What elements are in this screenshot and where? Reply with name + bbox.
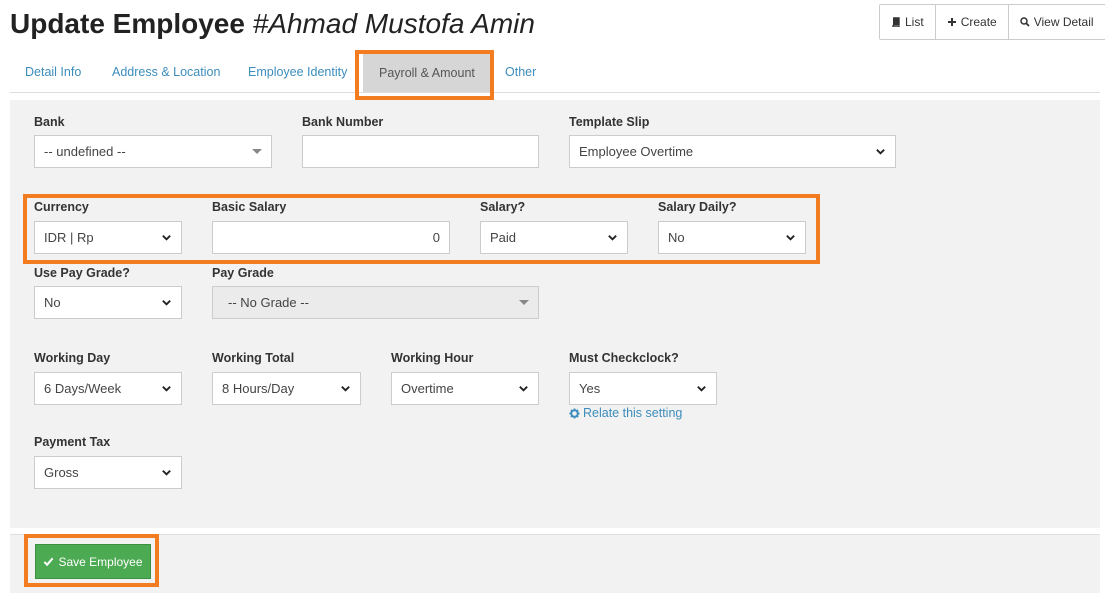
- template-slip-label: Template Slip: [569, 115, 650, 129]
- currency-label: Currency: [34, 200, 89, 214]
- chevron-down-icon: [697, 386, 706, 392]
- chevron-down-icon: [341, 386, 350, 392]
- must-checkclock-select[interactable]: Yes: [569, 372, 717, 405]
- template-slip-value: Employee Overtime: [579, 144, 694, 159]
- tab-bar: Detail Info Address & Location Employee …: [10, 50, 1100, 93]
- tab-detail-info[interactable]: Detail Info: [25, 50, 81, 93]
- basic-salary-label: Basic Salary: [212, 200, 287, 214]
- employee-name: #Ahmad Mustofa Amin: [252, 8, 535, 39]
- view-detail-button[interactable]: View Detail: [1009, 5, 1105, 39]
- use-pay-grade-label: Use Pay Grade?: [34, 266, 130, 280]
- working-day-select[interactable]: 6 Days/Week: [34, 372, 182, 405]
- salary-value: Paid: [490, 230, 517, 245]
- page-title: Update Employee #Ahmad Mustofa Amin: [10, 8, 535, 40]
- working-hour-select[interactable]: Overtime: [391, 372, 539, 405]
- must-checkclock-label: Must Checkclock?: [569, 351, 679, 365]
- save-employee-label: Save Employee: [58, 554, 143, 569]
- salary-daily-label: Salary Daily?: [658, 200, 737, 214]
- relate-setting-link[interactable]: Relate this setting: [569, 406, 682, 420]
- check-icon: [44, 557, 54, 567]
- bank-number-input[interactable]: [302, 135, 539, 168]
- save-employee-button[interactable]: Save Employee: [35, 544, 151, 579]
- list-button[interactable]: List: [880, 5, 936, 39]
- create-label: Create: [960, 15, 997, 29]
- bank-value: -- undefined --: [44, 144, 126, 159]
- use-pay-grade-value: No: [44, 295, 61, 310]
- plus-icon: [947, 18, 956, 26]
- template-slip-select[interactable]: Employee Overtime: [569, 135, 896, 168]
- chevron-down-icon: [162, 470, 171, 476]
- use-pay-grade-select[interactable]: No: [34, 286, 182, 319]
- footer-panel: [10, 534, 1100, 593]
- tab-other[interactable]: Other: [505, 50, 536, 93]
- currency-select[interactable]: IDR | Rp: [34, 221, 182, 254]
- tab-address-location[interactable]: Address & Location: [112, 50, 220, 93]
- create-button[interactable]: Create: [936, 5, 1009, 39]
- chevron-down-icon: [162, 235, 171, 241]
- caret-down-icon: [252, 149, 262, 154]
- must-checkclock-value: Yes: [579, 381, 601, 396]
- payment-tax-select[interactable]: Gross: [34, 456, 182, 489]
- working-total-value: 8 Hours/Day: [222, 381, 295, 396]
- working-day-value: 6 Days/Week: [44, 381, 122, 396]
- tab-payroll-amount[interactable]: Payroll & Amount: [363, 54, 491, 92]
- working-total-select[interactable]: 8 Hours/Day: [212, 372, 361, 405]
- payment-tax-value: Gross: [44, 465, 79, 480]
- salary-daily-select[interactable]: No: [658, 221, 806, 254]
- pay-grade-value: -- No Grade --: [228, 295, 309, 310]
- payment-tax-label: Payment Tax: [34, 435, 111, 449]
- view-detail-label: View Detail: [1033, 15, 1094, 29]
- caret-down-icon: [519, 300, 529, 305]
- book-icon: [892, 17, 900, 27]
- working-total-label: Working Total: [212, 351, 295, 365]
- salary-daily-value: No: [668, 230, 685, 245]
- chevron-down-icon: [162, 300, 171, 306]
- basic-salary-input[interactable]: 0: [212, 221, 450, 254]
- gear-icon: [569, 407, 580, 419]
- salary-select[interactable]: Paid: [480, 221, 628, 254]
- page-title-prefix: Update Employee: [10, 8, 253, 39]
- tab-employee-identity[interactable]: Employee Identity: [248, 50, 347, 93]
- search-icon: [1019, 17, 1030, 27]
- salary-label: Salary?: [480, 200, 526, 214]
- chevron-down-icon: [608, 235, 617, 241]
- basic-salary-value: 0: [432, 230, 440, 245]
- chevron-down-icon: [786, 235, 795, 241]
- action-button-group: List Create View Detail: [879, 4, 1105, 40]
- currency-value: IDR | Rp: [44, 230, 94, 245]
- pay-grade-label: Pay Grade: [212, 266, 274, 280]
- working-hour-label: Working Hour: [391, 351, 474, 365]
- bank-select[interactable]: -- undefined --: [34, 135, 272, 168]
- working-hour-value: Overtime: [401, 381, 454, 396]
- chevron-down-icon: [876, 149, 885, 155]
- bank-number-label: Bank Number: [302, 115, 384, 129]
- bank-label: Bank: [34, 115, 65, 129]
- pay-grade-select[interactable]: -- No Grade --: [212, 286, 539, 319]
- relate-setting-label: Relate this setting: [583, 406, 683, 420]
- chevron-down-icon: [519, 386, 528, 392]
- working-day-label: Working Day: [34, 351, 111, 365]
- list-label: List: [905, 15, 924, 29]
- chevron-down-icon: [162, 386, 171, 392]
